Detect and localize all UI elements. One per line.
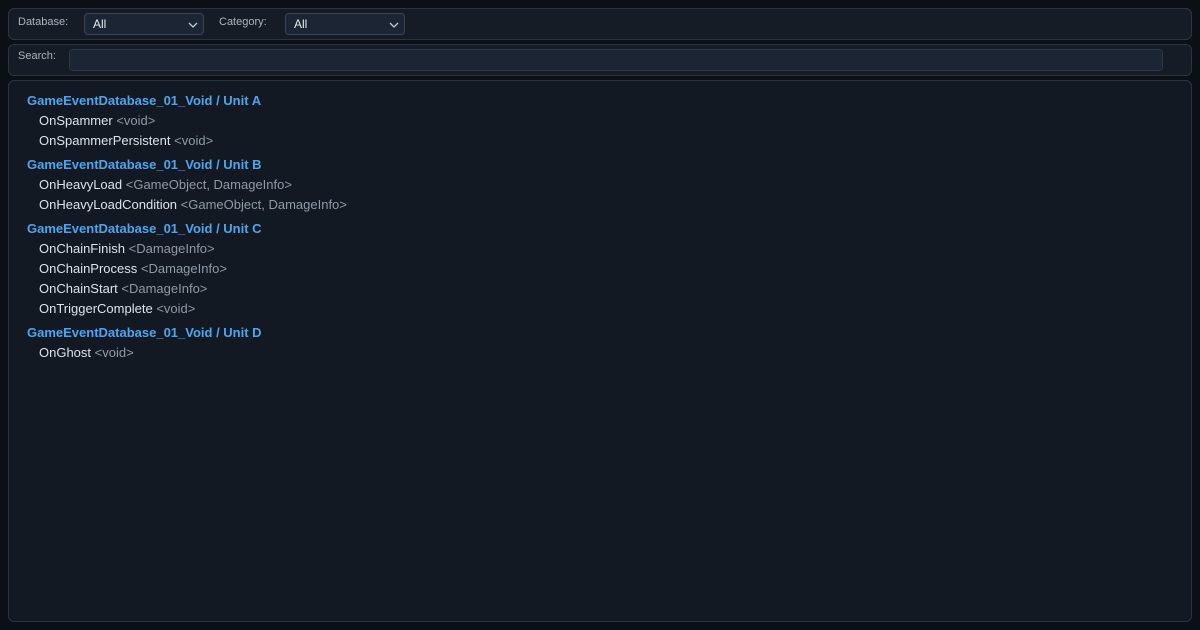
event-name: OnSpammerPersistent <box>39 133 171 148</box>
event-name: OnTriggerComplete <box>39 301 153 316</box>
search-bar: Search: <box>8 44 1192 76</box>
event-type: <void> <box>174 133 214 148</box>
event-name: OnHeavyLoadCondition <box>39 197 178 212</box>
event-type: <GameObject, DamageInfo> <box>180 197 347 212</box>
database-dropdown-value: All <box>93 17 107 31</box>
category-dropdown-value: All <box>294 17 308 31</box>
event-item[interactable]: OnChainFinish <DamageInfo> <box>27 239 1173 259</box>
event-item[interactable]: OnHeavyLoadCondition <GameObject, Damage… <box>27 195 1173 215</box>
event-type: <void> <box>156 301 196 316</box>
chevron-down-icon <box>188 22 198 28</box>
event-type: <void> <box>116 113 156 128</box>
event-item[interactable]: OnTriggerComplete <void> <box>27 299 1173 319</box>
event-name: OnChainFinish <box>39 241 125 256</box>
event-name: OnSpammer <box>39 113 113 128</box>
event-item[interactable]: OnChainProcess <DamageInfo> <box>27 259 1173 279</box>
event-type: <void> <box>94 345 134 360</box>
event-name: OnChainProcess <box>39 261 138 276</box>
event-type: <DamageInfo> <box>128 241 215 256</box>
event-name: OnHeavyLoad <box>39 177 123 192</box>
group-header[interactable]: GameEventDatabase_01_Void / Unit D <box>27 323 1173 343</box>
event-list: GameEventDatabase_01_Void / Unit A OnSpam… <box>27 91 1173 363</box>
group-header[interactable]: GameEventDatabase_01_Void / Unit C <box>27 219 1173 239</box>
group-header[interactable]: GameEventDatabase_01_Void / Unit B <box>27 155 1173 175</box>
database-dropdown[interactable]: All <box>84 13 204 35</box>
category-dropdown[interactable]: All <box>285 13 405 35</box>
search-input[interactable] <box>69 49 1163 71</box>
group-header[interactable]: GameEventDatabase_01_Void / Unit A <box>27 91 1173 111</box>
event-list-panel: GameEventDatabase_01_Void / Unit A OnSpam… <box>8 80 1192 622</box>
database-label: Database: <box>18 16 69 28</box>
chevron-down-icon <box>389 22 399 28</box>
event-type: <GameObject, DamageInfo> <box>125 177 292 192</box>
event-type: <DamageInfo> <box>121 281 208 296</box>
event-item[interactable]: OnSpammerPersistent <void> <box>27 131 1173 151</box>
event-name: OnChainStart <box>39 281 118 296</box>
search-label: Search: <box>18 50 56 62</box>
event-type: <DamageInfo> <box>140 261 227 276</box>
event-item[interactable]: OnChainStart <DamageInfo> <box>27 279 1173 299</box>
event-name: OnGhost <box>39 345 92 360</box>
event-item[interactable]: OnHeavyLoad <GameObject, DamageInfo> <box>27 175 1173 195</box>
event-item[interactable]: OnSpammer <void> <box>27 111 1173 131</box>
filter-bar: Database: All Category: All <box>8 8 1192 40</box>
event-item[interactable]: OnGhost <void> <box>27 343 1173 363</box>
category-label: Category: <box>219 16 267 28</box>
